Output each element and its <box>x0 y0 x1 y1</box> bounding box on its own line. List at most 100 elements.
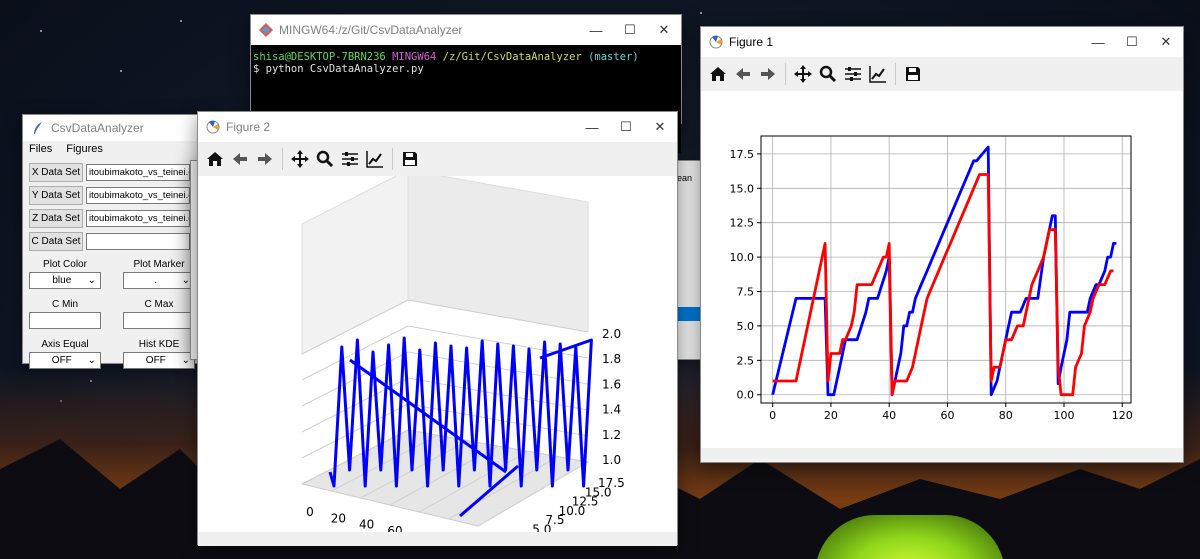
hist-kde-value: OFF <box>145 355 166 366</box>
z-tick-label: 1.6 <box>602 377 621 391</box>
z-tick-label: 1.4 <box>602 403 621 417</box>
configure-subplots-icon[interactable] <box>339 148 361 170</box>
x-data-field[interactable]: itoubimakoto_vs_teinei.csv <box>86 164 190 181</box>
csv-titlebar[interactable]: CsvDataAnalyzer <box>23 115 201 141</box>
3d-line-plot[interactable]: 0204060801001200.02.55.07.510.012.515.01… <box>198 169 677 557</box>
figure1-canvas[interactable]: 0 20 40 60 80 100 120 0.0 2.5 5.0 7.5 10.0 12.5 15.0 1… <box>701 91 1183 448</box>
y-tick-label: 7.5 <box>737 286 755 299</box>
chevron-down-icon: ⌄ <box>87 355 96 366</box>
x-tick-label: 20 <box>824 409 838 422</box>
plot-color-value: blue <box>52 275 72 286</box>
axis-equal-select[interactable]: OFF ⌄ <box>29 352 101 369</box>
z-tick-label: 1.8 <box>602 352 621 366</box>
prompt-branch: (master) <box>588 51 639 63</box>
chevron-down-icon: ⌄ <box>181 275 190 286</box>
plot-color-label: Plot Color <box>43 259 87 270</box>
minimize-button[interactable]: — <box>575 112 609 142</box>
minimize-button[interactable]: — <box>1081 27 1115 57</box>
hist-kde-label: Hist KDE <box>138 339 180 350</box>
pan-move-icon[interactable] <box>792 63 814 85</box>
edit-axes-icon[interactable] <box>364 148 386 170</box>
close-button[interactable]: ✕ <box>1149 27 1183 57</box>
hist-kde-select[interactable]: OFF ⌄ <box>123 352 195 369</box>
z-tick-label: 1.0 <box>602 453 621 467</box>
z-data-field[interactable]: itoubimakoto_vs_teinei.csv <box>86 210 190 227</box>
back-arrow-icon[interactable] <box>229 148 251 170</box>
series-line <box>771 145 1117 397</box>
menu-figures[interactable]: Figures <box>66 143 103 155</box>
c-data-field[interactable] <box>86 233 190 250</box>
figure2-window: Figure 2 — ☐ ✕ 0204060801001200.02.55.07… <box>197 111 678 557</box>
matplotlib-icon <box>206 120 220 134</box>
chevron-down-icon: ⌄ <box>87 275 96 286</box>
y-tick-label: 15.0 <box>730 182 755 195</box>
c-min-field[interactable] <box>29 312 101 329</box>
csv-panel: X Data Set itoubimakoto_vs_teinei.csv Y … <box>23 157 201 369</box>
c-max-field[interactable] <box>123 312 195 329</box>
chevron-down-icon: ⌄ <box>181 355 190 366</box>
menu-bar: Files Figures <box>23 141 201 157</box>
axis-equal-value: OFF <box>51 355 72 366</box>
terminal-window: MINGW64:/z/Git/CsvDataAnalyzer — ☐ ✕ shi… <box>250 14 682 153</box>
z-tick-label: 1.2 <box>602 428 621 442</box>
figure2-canvas[interactable]: 0204060801001200.02.55.07.510.012.515.01… <box>198 169 677 557</box>
prompt-line: shisa@DESKTOP-7BRN236 MINGW64 /z/Git/Csv… <box>253 51 679 63</box>
c-data-set-button[interactable]: C Data Set <box>29 232 83 251</box>
x-tick-label: 0 <box>306 505 314 519</box>
plot-color-select[interactable]: blue ⌄ <box>29 272 101 289</box>
edit-axes-icon[interactable] <box>867 63 889 85</box>
x-tick-label: 20 <box>331 511 346 525</box>
prompt-env: MINGW64 <box>392 51 437 63</box>
x-data-set-button[interactable]: X Data Set <box>29 163 83 182</box>
forward-arrow-icon[interactable] <box>757 63 779 85</box>
grid-line <box>407 377 589 411</box>
home-icon[interactable] <box>707 63 729 85</box>
matplotlib-icon <box>709 35 723 49</box>
y-tick-label: 5.0 <box>737 320 755 333</box>
back-pane-right <box>407 169 589 333</box>
x-tick-label: 60 <box>940 409 954 422</box>
figure1-titlebar[interactable]: Figure 1 — ☐ ✕ <box>701 27 1183 57</box>
y-tick-label: 10.0 <box>730 251 755 264</box>
x-tick-label: 80 <box>416 530 431 532</box>
maximize-button[interactable]: ☐ <box>613 15 647 45</box>
configure-subplots-icon[interactable] <box>842 63 864 85</box>
y-tick-label: 17.5 <box>598 476 625 490</box>
figure1-statusbar <box>701 448 1183 462</box>
x-tick-label: 60 <box>387 524 402 532</box>
toolbar-separator <box>895 63 896 85</box>
close-button[interactable]: ✕ <box>647 15 681 45</box>
home-icon[interactable] <box>204 148 226 170</box>
x-tick-label: 100 <box>1053 409 1074 422</box>
maximize-button[interactable]: ☐ <box>1115 27 1149 57</box>
minimize-button[interactable]: — <box>579 15 613 45</box>
axis-equal-label: Axis Equal <box>41 339 89 350</box>
pan-move-icon[interactable] <box>289 148 311 170</box>
y-tick-label: 2.5 <box>737 354 755 367</box>
figure2-titlebar[interactable]: Figure 2 — ☐ ✕ <box>198 112 677 142</box>
save-floppy-icon[interactable] <box>902 63 924 85</box>
plot-marker-select[interactable]: . ⌄ <box>123 272 195 289</box>
figure2-toolbar <box>198 142 677 176</box>
csv-title: CsvDataAnalyzer <box>51 121 144 135</box>
forward-arrow-icon[interactable] <box>254 148 276 170</box>
back-arrow-icon[interactable] <box>732 63 754 85</box>
z-tick-label: 2.0 <box>602 327 621 341</box>
c-max-label: C Max <box>144 299 174 310</box>
terminal-titlebar[interactable]: MINGW64:/z/Git/CsvDataAnalyzer — ☐ ✕ <box>251 15 681 45</box>
2d-line-chart[interactable]: 0 20 40 60 80 100 120 0.0 2.5 5.0 7.5 10.0 12.5 15.0 1… <box>701 91 1183 448</box>
zoom-magnifier-icon[interactable] <box>817 63 839 85</box>
save-floppy-icon[interactable] <box>399 148 421 170</box>
y-tick-label: 0.0 <box>737 389 755 402</box>
y-data-field[interactable]: itoubimakoto_vs_teinei.csv <box>86 187 190 204</box>
x-tick-label: 40 <box>359 518 374 532</box>
z-data-set-button[interactable]: Z Data Set <box>29 209 83 228</box>
figure1-window: Figure 1 — ☐ ✕ 0 20 40 60 80 100 120 0.0 2.5 5.0 7… <box>700 26 1184 463</box>
menu-files[interactable]: Files <box>29 143 52 155</box>
toolbar-separator <box>392 148 393 170</box>
zoom-magnifier-icon[interactable] <box>314 148 336 170</box>
toolbar-separator <box>282 148 283 170</box>
y-data-set-button[interactable]: Y Data Set <box>29 186 83 205</box>
close-button[interactable]: ✕ <box>643 112 677 142</box>
maximize-button[interactable]: ☐ <box>609 112 643 142</box>
